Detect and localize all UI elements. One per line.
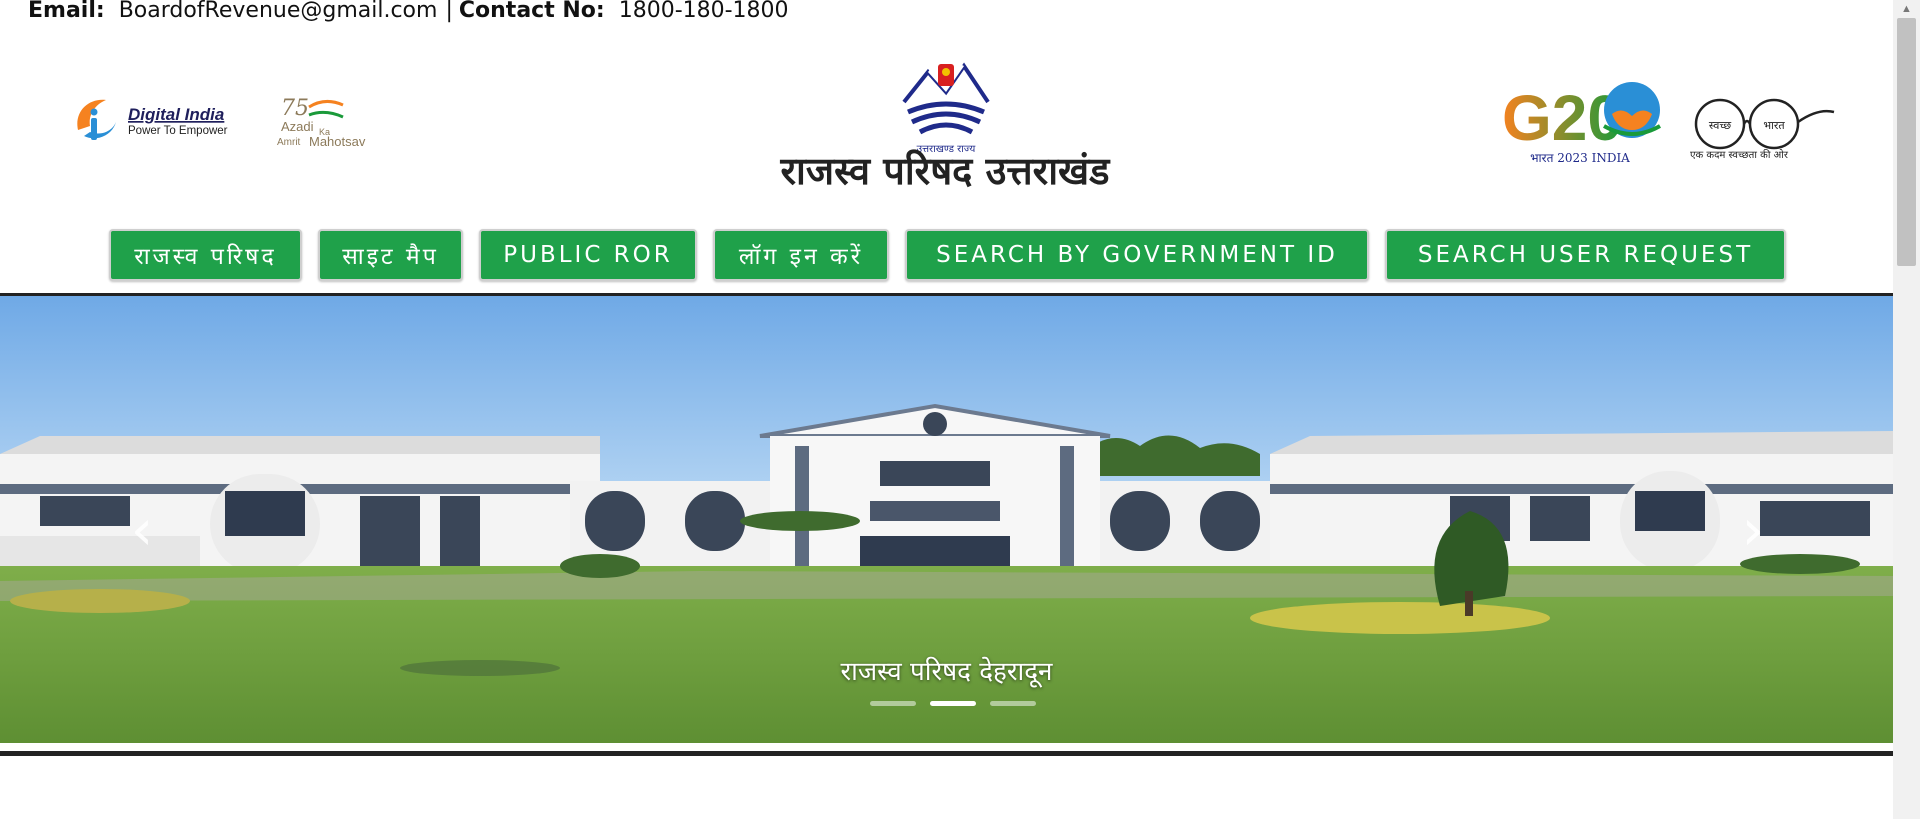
- carousel-indicator-active[interactable]: [930, 701, 976, 706]
- banner-carousel: ‹ › राजस्व परिषद देहरादून: [0, 293, 1893, 756]
- scroll-up-arrow-icon[interactable]: ▲: [1893, 0, 1920, 18]
- svg-text:75: 75: [281, 96, 309, 121]
- swachh-bharat-logo[interactable]: स्वच्छ भारत एक कदम स्वच्छता की ओर: [1688, 94, 1838, 160]
- svg-text:भारत 2023 INDIA: भारत 2023 INDIA: [1530, 151, 1630, 165]
- site-header: Digital India Power To Empower 75 Azadi …: [0, 28, 1893, 208]
- contact-label: Contact No:: [458, 0, 605, 23]
- svg-text:Digital India: Digital India: [128, 105, 224, 124]
- main-nav: राजस्व परिषद साइट मैप PUBLIC ROR लॉग इन …: [0, 229, 1893, 285]
- email-label: Email:: [28, 0, 105, 23]
- svg-text:Power To Empower: Power To Empower: [128, 125, 228, 137]
- digital-india-logo[interactable]: Digital India Power To Empower: [72, 90, 232, 150]
- carousel-indicators: [870, 701, 1036, 706]
- azadi-ka-amrit-mahotsav-logo[interactable]: 75 Azadi Ka Amrit Mahotsav: [275, 93, 385, 153]
- svg-text:Azadi: Azadi: [281, 119, 314, 134]
- nav-rajasv-parishad[interactable]: राजस्व परिषद: [109, 229, 302, 281]
- contact-value: 1800-180-1800: [618, 0, 789, 23]
- page-scrollbar[interactable]: ▲: [1893, 0, 1920, 819]
- contact-bar: Email: BoardofRevenue@gmail.com | Contact N…: [28, 0, 789, 24]
- carousel-indicator[interactable]: [870, 701, 916, 706]
- carousel-indicator[interactable]: [990, 701, 1036, 706]
- carousel-prev-chevron-left-icon[interactable]: ‹: [122, 501, 162, 561]
- nav-search-user-request[interactable]: SEARCH USER REQUEST: [1385, 229, 1786, 281]
- nav-site-map[interactable]: साइट मैप: [318, 229, 463, 281]
- svg-text:भारत: भारत: [1763, 119, 1785, 132]
- svg-text:एक कदम स्वच्छता की ओर: एक कदम स्वच्छता की ओर: [1690, 149, 1789, 160]
- carousel-next-chevron-right-icon[interactable]: ›: [1733, 501, 1773, 561]
- nav-public-ror[interactable]: PUBLIC ROR: [479, 229, 697, 281]
- nav-search-by-government-id[interactable]: SEARCH BY GOVERNMENT ID: [905, 229, 1369, 281]
- svg-text:Amrit: Amrit: [277, 137, 301, 148]
- uttarakhand-emblem: उत्तराखण्ड राज्य: [902, 62, 990, 155]
- svg-text:स्वच्छ: स्वच्छ: [1709, 119, 1731, 132]
- carousel-caption: राजस्व परिषद देहरादून: [840, 657, 1053, 687]
- email-value[interactable]: BoardofRevenue@gmail.com: [119, 0, 438, 23]
- contact-separator: |: [445, 0, 453, 23]
- site-title: राजस्व परिषद उत्तराखंड: [780, 149, 1110, 193]
- nav-login[interactable]: लॉग इन करें: [713, 229, 889, 281]
- svg-text:G20: G20: [1502, 82, 1623, 154]
- svg-text:Mahotsav: Mahotsav: [309, 134, 366, 149]
- g20-logo[interactable]: G20 भारत 2023 INDIA: [1500, 78, 1670, 170]
- scrollbar-thumb[interactable]: [1897, 18, 1916, 266]
